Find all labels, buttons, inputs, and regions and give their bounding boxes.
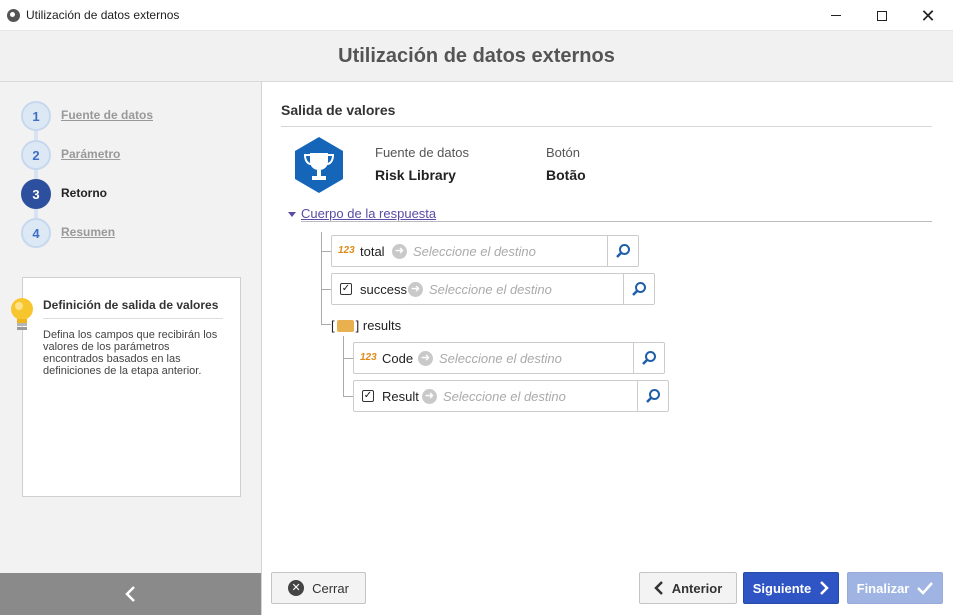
tree-connector — [321, 232, 322, 324]
search-icon — [632, 282, 646, 296]
step-number: 1 — [21, 101, 51, 131]
lightbulb-icon — [11, 298, 33, 330]
checkmark-icon — [917, 582, 934, 595]
finish-button-label: Finalizar — [856, 580, 910, 596]
step-resumen[interactable]: 4 Resumen — [21, 218, 251, 248]
tree-connector — [321, 289, 331, 290]
window-titlebar: Utilización de datos externos ✕ — [0, 0, 953, 31]
response-body-toggle[interactable]: Cuerpo de la respuesta — [301, 206, 436, 221]
step-number: 3 — [21, 179, 51, 209]
tree-connector — [343, 336, 344, 396]
number-type-icon: 123 — [360, 352, 377, 363]
destination-input[interactable]: Seleccione el destino — [429, 282, 552, 297]
step-retorno: 3 Retorno — [21, 179, 251, 209]
step-label[interactable]: Resumen — [61, 225, 115, 239]
boolean-type-icon: ✓ — [340, 283, 352, 295]
close-window-button[interactable]: ✕ — [905, 0, 951, 31]
field-name: success — [360, 282, 407, 297]
step-label[interactable]: Fuente de datos — [61, 108, 153, 122]
previous-button[interactable]: Anterior — [639, 572, 737, 604]
arrow-right-icon: ➜ — [422, 389, 437, 404]
field-name: Result — [382, 389, 419, 404]
step-number: 2 — [21, 140, 51, 170]
main-content: Salida de valores Fuente de datos Risk L… — [263, 82, 953, 615]
tree-connector — [321, 324, 331, 325]
finish-button[interactable]: Finalizar — [847, 572, 943, 604]
window-title: Utilización de datos externos — [26, 8, 180, 22]
destination-input[interactable]: Seleccione el destino — [413, 244, 536, 259]
section-divider — [281, 126, 932, 127]
close-icon: ✕ — [288, 580, 305, 596]
field-row-total: 123 total ➜ Seleccione el destino — [331, 235, 639, 267]
tip-title: Definición de salida de valores — [43, 298, 223, 319]
search-icon — [642, 351, 656, 365]
step-parametro[interactable]: 2 Parámetro — [21, 140, 251, 170]
results-node[interactable]: [] results — [331, 318, 401, 333]
previous-button-label: Anterior — [671, 580, 723, 596]
search-button[interactable] — [637, 381, 668, 411]
boolean-type-icon: ✓ — [362, 390, 374, 402]
arrow-right-icon: ➜ — [392, 244, 407, 259]
close-icon: ✕ — [920, 5, 936, 26]
next-button[interactable]: Siguiente — [743, 572, 839, 604]
search-button[interactable] — [607, 236, 638, 266]
chevron-left-icon — [124, 586, 135, 602]
search-icon — [646, 389, 660, 403]
arrow-right-icon: ➜ — [408, 282, 423, 297]
tree-connector — [343, 396, 353, 397]
search-icon — [616, 244, 630, 258]
tree-connector — [343, 358, 353, 359]
field-row-success: ✓ success ➜ Seleccione el destino — [331, 273, 655, 305]
button-label: Botón — [546, 145, 580, 160]
tip-box: Definición de salida de valores Defina l… — [11, 277, 241, 497]
field-name: total — [360, 244, 385, 259]
minimize-button[interactable] — [813, 0, 859, 31]
search-button[interactable] — [633, 343, 664, 373]
data-source-value: Risk Library — [375, 167, 456, 183]
caret-down-icon[interactable] — [288, 212, 296, 217]
step-label: Retorno — [61, 186, 107, 200]
next-button-label: Siguiente — [752, 580, 812, 596]
response-divider — [301, 221, 932, 222]
trophy-icon — [295, 137, 343, 193]
field-row-code: 123 Code ➜ Seleccione el destino — [353, 342, 665, 374]
tree-connector — [321, 251, 331, 252]
data-source-label: Fuente de datos — [375, 145, 469, 160]
maximize-icon — [877, 10, 887, 21]
button-value: Botão — [546, 167, 586, 183]
app-icon — [7, 9, 20, 22]
minimize-icon — [831, 15, 841, 16]
collapse-sidebar-button[interactable] — [0, 573, 261, 615]
folder-name: results — [362, 318, 402, 333]
dialog-title: Utilización de datos externos — [338, 45, 615, 67]
close-button-label: Cerrar — [312, 580, 349, 596]
field-row-result: ✓ Result ➜ Seleccione el destino — [353, 380, 669, 412]
section-title: Salida de valores — [281, 102, 396, 118]
chevron-right-icon — [820, 581, 830, 595]
field-name: Code — [382, 351, 414, 366]
number-type-icon: 123 — [338, 245, 355, 256]
destination-input[interactable]: Seleccione el destino — [439, 351, 562, 366]
close-button[interactable]: ✕ Cerrar — [271, 572, 366, 604]
folder-icon — [336, 320, 354, 332]
wizard-sidebar: 1 Fuente de datos 2 Parámetro 3 Retorno … — [0, 82, 262, 615]
step-number: 4 — [21, 218, 51, 248]
search-button[interactable] — [623, 274, 654, 304]
tip-text: Defina los campos que recibirán los valo… — [43, 329, 218, 377]
dialog-header: Utilización de datos externos — [0, 31, 953, 82]
destination-input[interactable]: Seleccione el destino — [443, 389, 566, 404]
step-fuente-de-datos[interactable]: 1 Fuente de datos — [21, 101, 251, 131]
arrow-right-icon: ➜ — [418, 351, 433, 366]
step-label[interactable]: Parámetro — [61, 147, 120, 161]
maximize-button[interactable] — [859, 0, 905, 31]
chevron-left-icon — [653, 581, 663, 595]
